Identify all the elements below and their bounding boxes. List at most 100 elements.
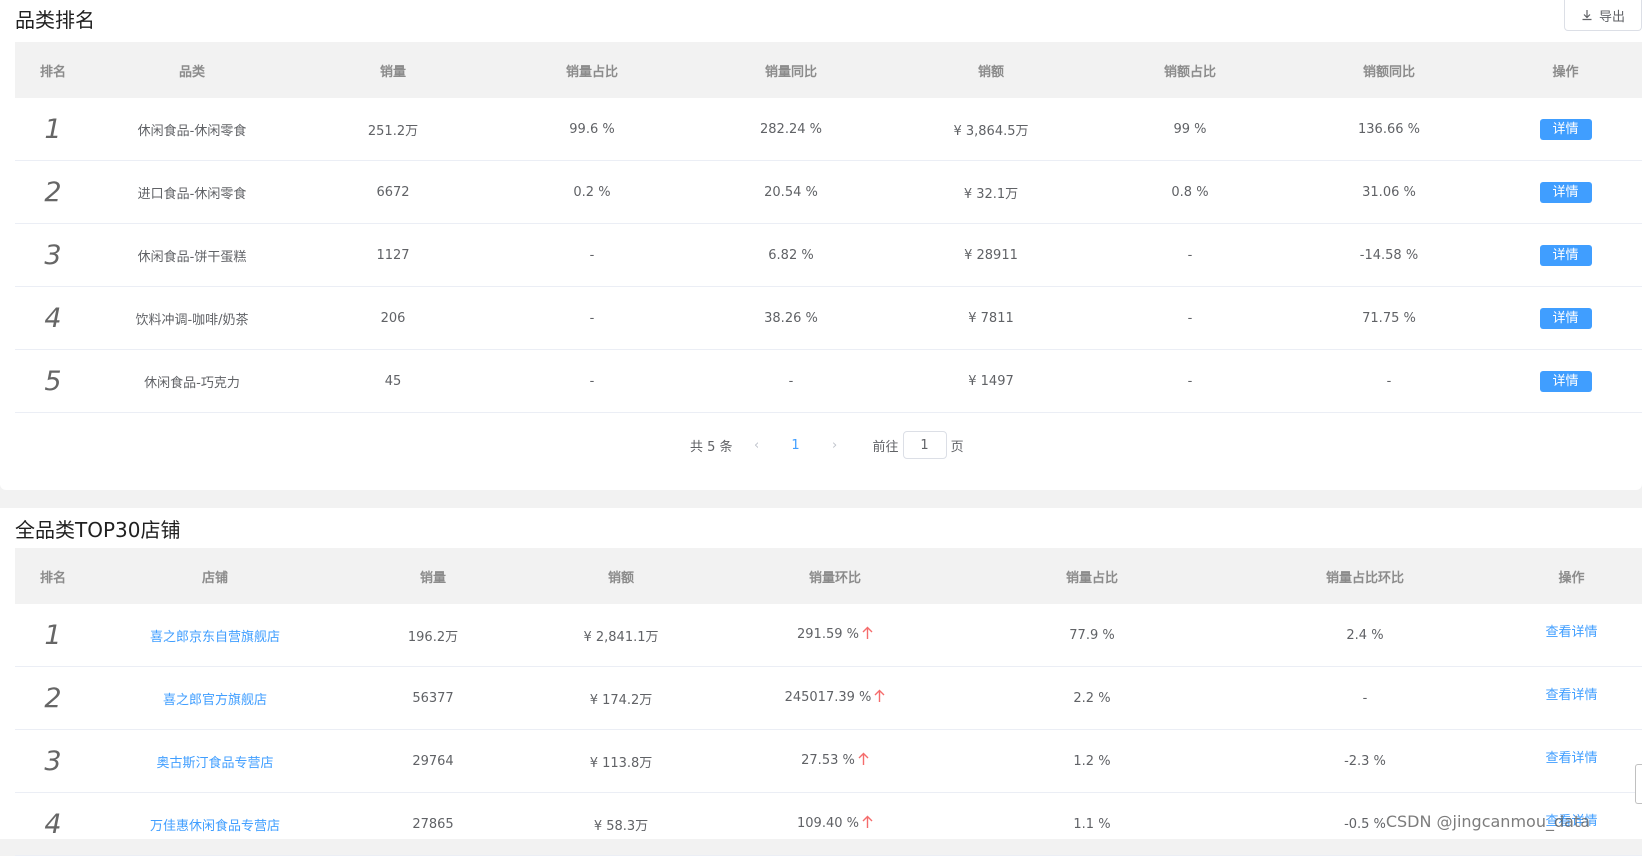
goto-label: 前往 bbox=[872, 439, 899, 455]
cell-qty-yoy: - bbox=[691, 349, 891, 413]
table-row: 2 进口食品-休闲零食 6672 0.2 % 20.54 % ¥ 32.1万 0.8 % 31… bbox=[15, 160, 1642, 224]
cell-qty-share: 99.6 % bbox=[493, 98, 691, 161]
cell-store: 喜之郎京东自营旗舰店 bbox=[91, 604, 339, 667]
cell-amount: ¥ 58.3万 bbox=[527, 792, 715, 856]
view-detail-link[interactable]: 查看详情 bbox=[1545, 751, 1597, 766]
cell-qty-share: 1.2 % bbox=[955, 729, 1229, 793]
cell-rank: 3 bbox=[15, 729, 91, 793]
cell-action: 详情 bbox=[1489, 286, 1642, 350]
cell-share-mom: 2.4 % bbox=[1229, 604, 1501, 667]
export-label: 导出 bbox=[1598, 9, 1625, 25]
table-row: 1 喜之郎京东自营旗舰店 196.2万 ¥ 2,841.1万 291.59 % 77.9 … bbox=[15, 604, 1642, 667]
cell-amount-yoy: 31.06 % bbox=[1289, 160, 1489, 224]
column-header: 排名 bbox=[15, 42, 91, 98]
cell-amount-share: 0.8 % bbox=[1091, 160, 1289, 224]
cell-sales-qty: 206 bbox=[293, 286, 493, 350]
column-header: 销额 bbox=[527, 548, 715, 604]
cell-amount-yoy: -14.58 % bbox=[1289, 223, 1489, 287]
cell-store: 万佳惠休闲食品专营店 bbox=[91, 792, 339, 856]
cell-action: 详情 bbox=[1489, 98, 1642, 161]
table-row: 3 休闲食品-饼干蛋糕 1127-6.82 % ¥ 28911- -14.58 % 详情 bbox=[15, 223, 1642, 287]
cell-rank: 3 bbox=[15, 223, 91, 287]
page-number[interactable]: 1 bbox=[781, 438, 811, 453]
cell-qty-share: - bbox=[493, 286, 691, 350]
pagination: 共 5 条 ‹ 1 › 前往 页 bbox=[690, 431, 964, 459]
detail-button[interactable]: 详情 bbox=[1539, 370, 1592, 392]
cell-qty-yoy: 20.54 % bbox=[691, 160, 891, 224]
cell-rank: 1 bbox=[15, 604, 91, 667]
detail-button[interactable]: 详情 bbox=[1539, 307, 1592, 329]
column-header: 销量同比 bbox=[691, 42, 891, 98]
column-header: 销额占比 bbox=[1091, 42, 1289, 98]
cell-rank: 2 bbox=[15, 666, 91, 730]
cell-qty-share: 0.2 % bbox=[493, 160, 691, 224]
cell-sales-qty: 56377 bbox=[339, 666, 527, 730]
cell-sales-qty: 29764 bbox=[339, 729, 527, 793]
goto-page-input[interactable] bbox=[902, 431, 947, 459]
store-link[interactable]: 奥古斯汀食品专营店 bbox=[156, 756, 273, 771]
view-detail-link[interactable]: 查看详情 bbox=[1545, 625, 1597, 640]
cell-qty-share: 77.9 % bbox=[955, 604, 1229, 667]
cell-sales-qty: 196.2万 bbox=[339, 604, 527, 667]
scrollbar-handle[interactable] bbox=[1635, 764, 1642, 804]
cell-rank: 4 bbox=[15, 792, 91, 856]
cell-category: 休闲食品-巧克力 bbox=[91, 349, 293, 413]
download-icon bbox=[1582, 10, 1592, 21]
store-link[interactable]: 喜之郎京东自营旗舰店 bbox=[150, 630, 280, 645]
export-button[interactable]: 导出 bbox=[1564, 0, 1642, 31]
store-link[interactable]: 喜之郎官方旗舰店 bbox=[163, 693, 267, 708]
column-header: 店铺 bbox=[91, 548, 339, 604]
qty-mom-value: 245017.39 % bbox=[784, 690, 872, 705]
qty-mom-value: 291.59 % bbox=[797, 627, 859, 642]
cell-category: 进口食品-休闲零食 bbox=[91, 160, 293, 224]
top-stores-panel: 全品类TOP30店铺 排名 店铺 销量 销额 销量环比 销量占比 销量占比环比 操作 1 喜之郎… bbox=[0, 508, 1642, 856]
store-link[interactable]: 万佳惠休闲食品专营店 bbox=[150, 819, 280, 834]
cell-amount: ¥ 3,864.5万 bbox=[891, 98, 1091, 161]
column-header: 销量占比 bbox=[493, 42, 691, 98]
column-header: 销额 bbox=[891, 42, 1091, 98]
cell-action: 查看详情 bbox=[1501, 666, 1642, 730]
cell-rank: 2 bbox=[15, 160, 91, 224]
cell-sales-qty: 1127 bbox=[293, 223, 493, 287]
cell-amount: ¥ 32.1万 bbox=[891, 160, 1091, 224]
cell-action: 查看详情 bbox=[1501, 729, 1642, 793]
cell-sales-qty: 251.2万 bbox=[293, 98, 493, 161]
category-ranking-panel: 品类排名 导出 排名 品类 销量 销量占比 销量同比 销额 销额占比 销额同比 操作 1 休闲食品… bbox=[0, 0, 1642, 490]
cell-amount: ¥ 174.2万 bbox=[527, 666, 715, 730]
view-detail-link[interactable]: 查看详情 bbox=[1545, 688, 1597, 703]
cell-qty-yoy: 6.82 % bbox=[691, 223, 891, 287]
cell-qty-share: 1.1 % bbox=[955, 792, 1229, 856]
arrow-up-icon bbox=[858, 752, 869, 770]
cell-amount-share: - bbox=[1091, 349, 1289, 413]
column-header: 操作 bbox=[1489, 42, 1642, 98]
detail-button[interactable]: 详情 bbox=[1539, 118, 1592, 140]
cell-store: 奥古斯汀食品专营店 bbox=[91, 729, 339, 793]
cell-category: 饮料冲调-咖啡/奶茶 bbox=[91, 286, 293, 350]
cell-amount: ¥ 2,841.1万 bbox=[527, 604, 715, 667]
next-page-button[interactable]: › bbox=[825, 438, 845, 453]
table-row: 3 奥古斯汀食品专营店 29764 ¥ 113.8万 27.53 % 1.2 % -2.3 … bbox=[15, 729, 1642, 793]
column-header: 销量环比 bbox=[715, 548, 955, 604]
table-row: 4 饮料冲调-咖啡/奶茶 206-38.26 % ¥ 7811-71.75 % 详情 bbox=[15, 286, 1642, 350]
goto-suffix: 页 bbox=[950, 439, 964, 455]
detail-button[interactable]: 详情 bbox=[1539, 181, 1592, 203]
detail-button[interactable]: 详情 bbox=[1539, 244, 1592, 266]
column-header: 销量 bbox=[339, 548, 527, 604]
column-header: 销额同比 bbox=[1289, 42, 1489, 98]
column-header: 销量占比 bbox=[955, 548, 1229, 604]
arrow-up-icon bbox=[874, 689, 885, 707]
cell-category: 休闲食品-饼干蛋糕 bbox=[91, 223, 293, 287]
cell-qty-mom: 291.59 % bbox=[715, 604, 955, 667]
cell-qty-mom: 245017.39 % bbox=[715, 666, 955, 730]
cell-rank: 4 bbox=[15, 286, 91, 350]
cell-share-mom: -2.3 % bbox=[1229, 729, 1501, 793]
cell-sales-qty: 45 bbox=[293, 349, 493, 413]
cell-action: 详情 bbox=[1489, 349, 1642, 413]
cell-qty-mom: 27.53 % bbox=[715, 729, 955, 793]
prev-page-button[interactable]: ‹ bbox=[747, 438, 767, 453]
cell-rank: 5 bbox=[15, 349, 91, 413]
cell-store: 喜之郎官方旗舰店 bbox=[91, 666, 339, 730]
cell-qty-yoy: 38.26 % bbox=[691, 286, 891, 350]
table-row: 5 休闲食品-巧克力 45- - ¥ 1497- - 详情 bbox=[15, 349, 1642, 413]
cell-qty-yoy: 282.24 % bbox=[691, 98, 891, 161]
